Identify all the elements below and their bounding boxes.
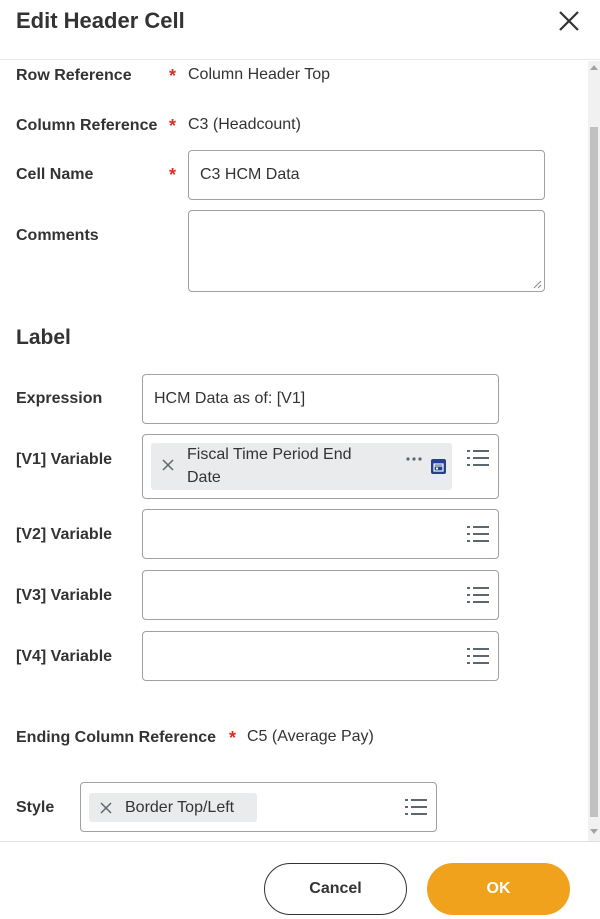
required-marker: * (169, 165, 177, 185)
column-reference-label: Column Reference (16, 117, 158, 134)
column-reference-value: C3 (Headcount) (188, 116, 301, 133)
scrollbar[interactable] (588, 61, 600, 841)
list-icon[interactable] (467, 525, 489, 543)
v2-variable-input[interactable] (142, 509, 499, 559)
remove-x-icon[interactable] (100, 801, 112, 819)
calendar-icon[interactable] (431, 459, 446, 479)
style-label: Style (16, 799, 55, 816)
expression-value: HCM Data as of: [V1] (154, 390, 306, 407)
v4-variable-input[interactable] (142, 631, 499, 681)
dialog-footer: Cancel OK (0, 841, 600, 919)
row-reference-label: Row Reference (16, 67, 132, 84)
cancel-button[interactable]: Cancel (264, 863, 407, 915)
dialog-header: Edit Header Cell (0, 0, 600, 60)
dialog-content: Row Reference * Column Header Top Column… (0, 61, 588, 841)
list-icon[interactable] (467, 647, 489, 665)
list-icon[interactable] (467, 586, 489, 604)
style-chip[interactable]: Border Top/Left (89, 793, 257, 822)
dialog-title: Edit Header Cell (16, 8, 185, 33)
cell-name-input[interactable]: C3 HCM Data (188, 150, 545, 200)
list-icon[interactable] (467, 449, 489, 467)
row-reference-value: Column Header Top (188, 66, 331, 83)
v4-variable-label: [V4] Variable (16, 648, 113, 665)
ok-button[interactable]: OK (427, 863, 570, 915)
expression-input[interactable]: HCM Data as of: [V1] (142, 374, 499, 424)
v1-variable-input[interactable]: Fiscal Time Period End Date (142, 434, 499, 499)
required-marker: * (169, 66, 177, 86)
ellipsis-icon[interactable] (406, 449, 422, 467)
required-marker: * (229, 728, 237, 748)
ending-column-reference-value: C5 (Average Pay) (247, 728, 374, 745)
expression-label: Expression (16, 390, 103, 407)
cell-name-label: Cell Name (16, 166, 94, 183)
comments-label: Comments (16, 227, 99, 244)
resize-handle-icon[interactable] (532, 279, 542, 289)
v1-chip-line1: Fiscal Time Period End (187, 446, 352, 463)
v1-chip-line2: Date (187, 469, 221, 486)
label-section-title: Label (16, 326, 71, 349)
list-icon[interactable] (405, 798, 427, 816)
style-input[interactable]: Border Top/Left (80, 782, 437, 832)
comments-textarea[interactable] (188, 210, 545, 292)
required-marker: * (169, 116, 177, 136)
v3-variable-input[interactable] (142, 570, 499, 620)
v1-variable-chip[interactable]: Fiscal Time Period End Date (151, 443, 452, 490)
scroll-thumb[interactable] (590, 127, 598, 817)
v1-variable-label: [V1] Variable (16, 451, 113, 468)
ending-column-reference-label: Ending Column Reference (16, 729, 217, 746)
scroll-down-arrow-icon[interactable] (590, 829, 598, 834)
scroll-up-arrow-icon[interactable] (590, 65, 598, 70)
cell-name-value: C3 HCM Data (200, 166, 300, 183)
remove-x-icon[interactable] (162, 458, 174, 476)
close-icon[interactable] (554, 6, 584, 36)
style-chip-text: Border Top/Left (125, 799, 235, 816)
v2-variable-label: [V2] Variable (16, 526, 113, 543)
v3-variable-label: [V3] Variable (16, 587, 113, 604)
